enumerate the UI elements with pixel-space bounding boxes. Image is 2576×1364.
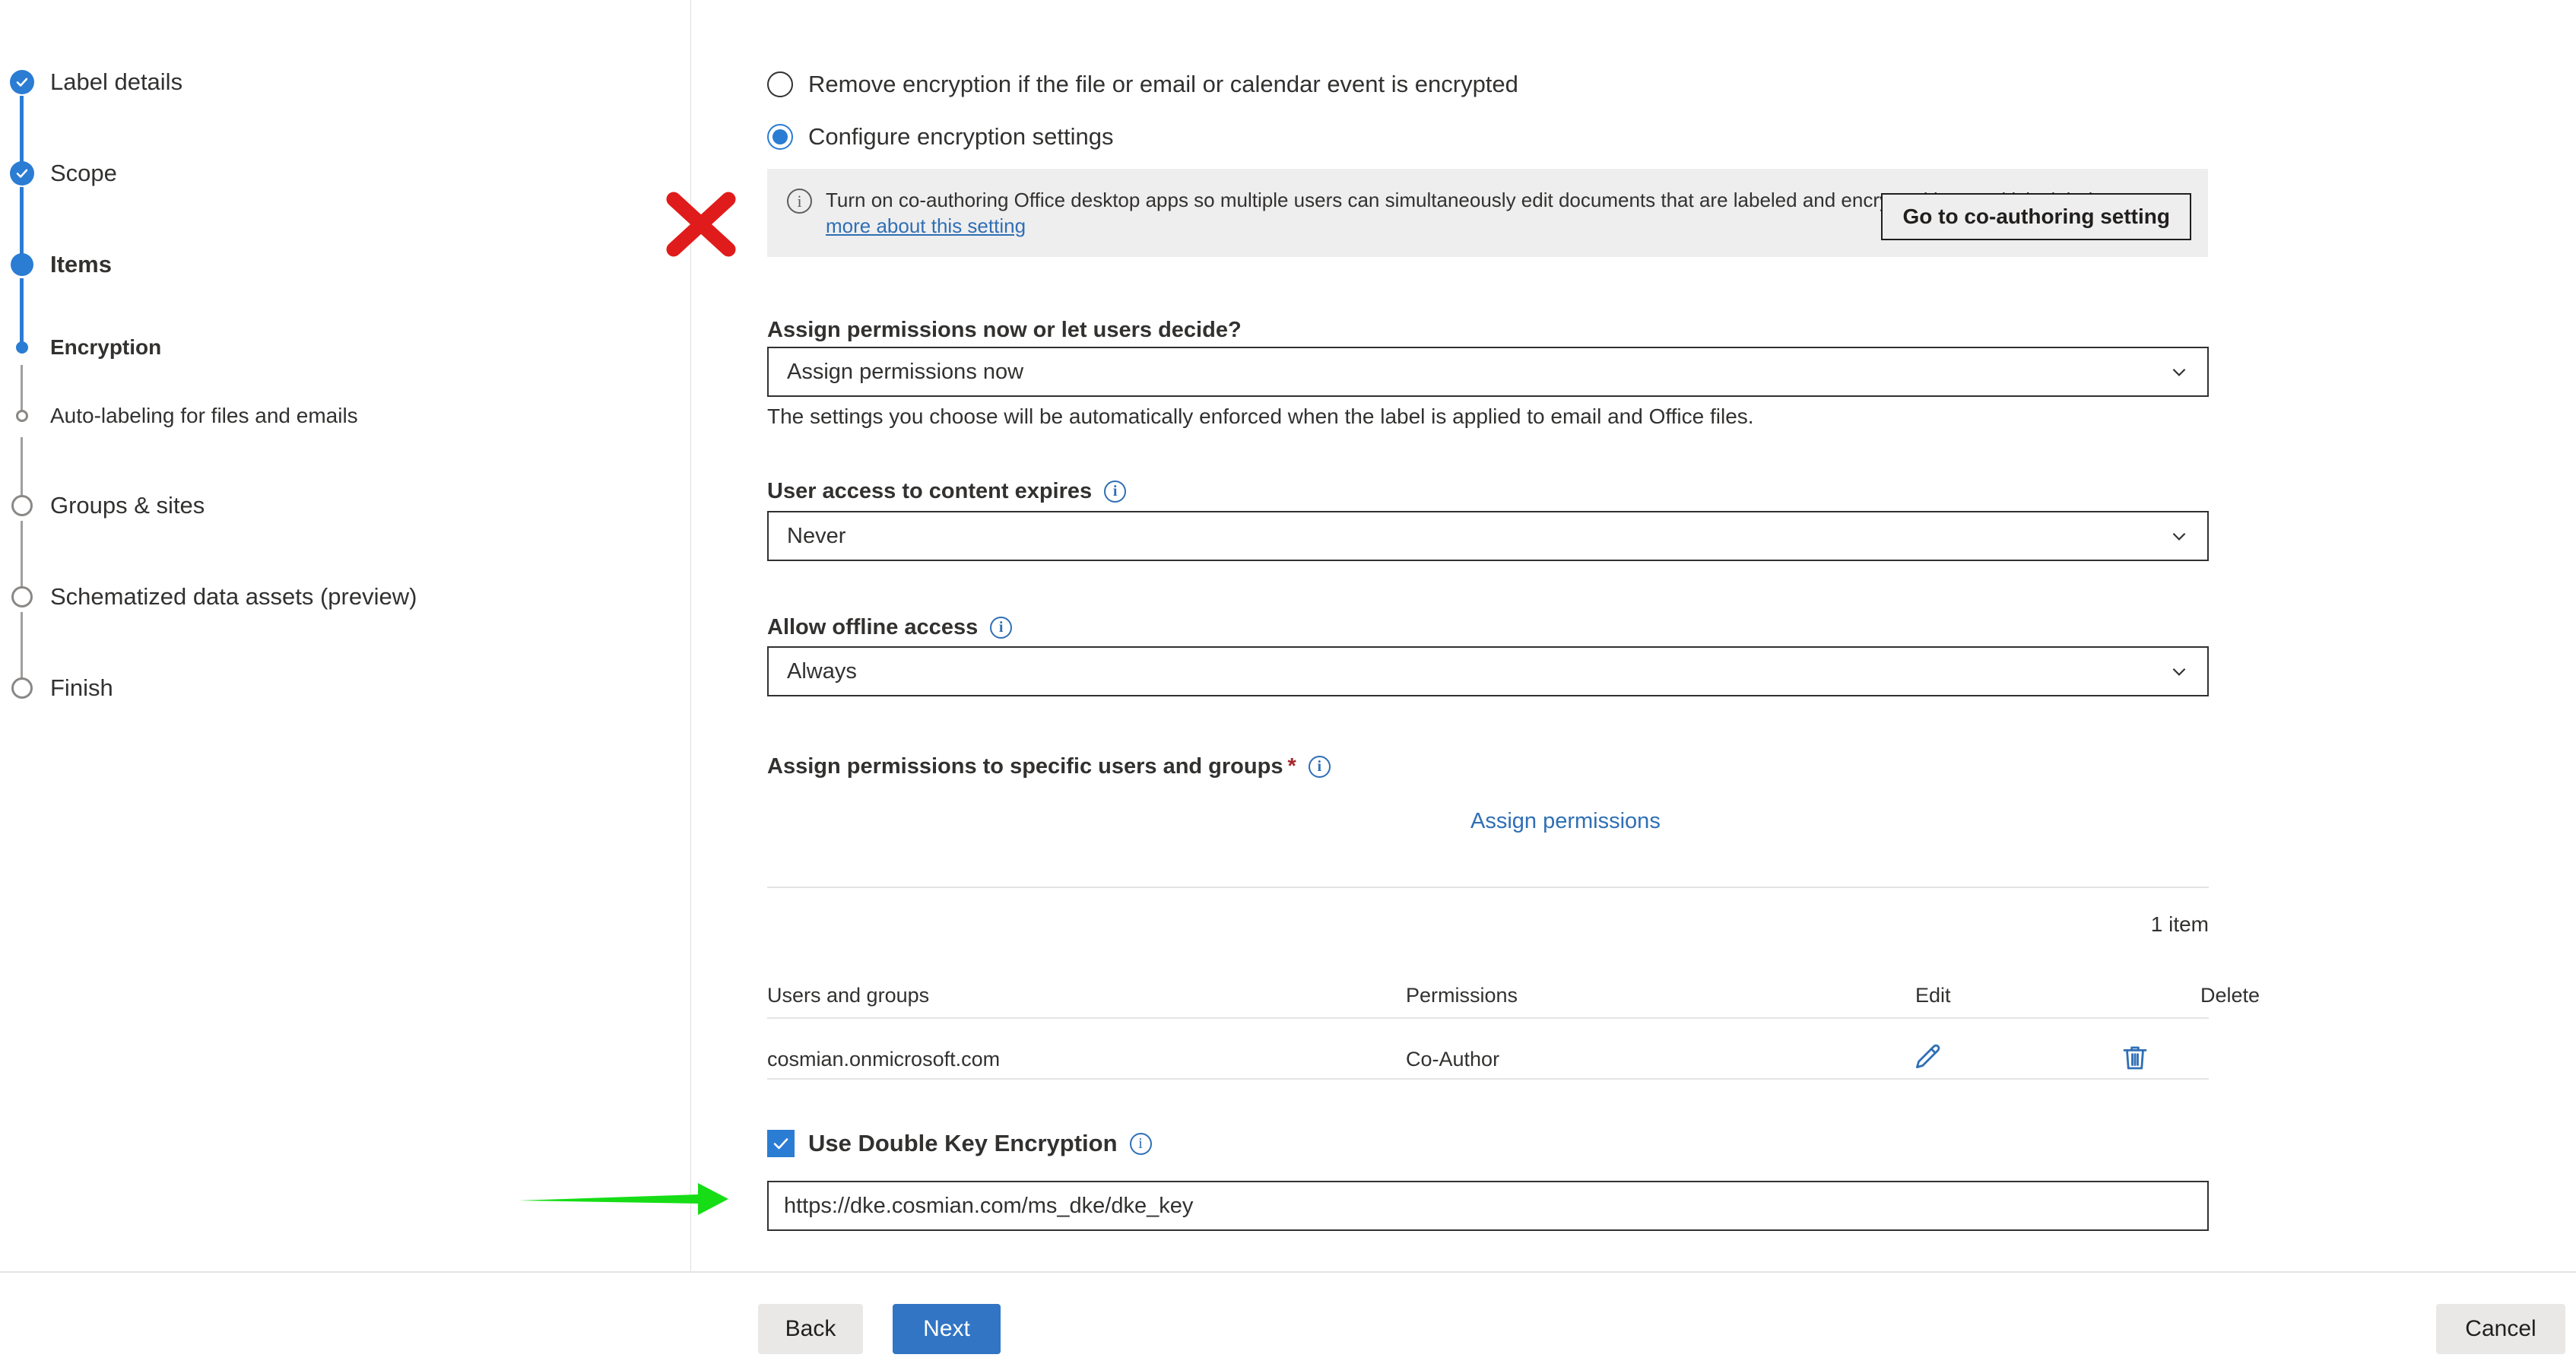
- trash-icon: [2123, 1046, 2147, 1070]
- back-button[interactable]: Back: [758, 1304, 863, 1354]
- todo-step-circle-icon: [11, 677, 33, 699]
- wizard-step-schematized-data-assets[interactable]: Schematized data assets (preview): [0, 582, 691, 612]
- wizard-step-label: Items: [50, 251, 112, 278]
- check-icon: [773, 1138, 788, 1150]
- radio-selected-icon: [767, 124, 793, 150]
- chevron-down-icon: [2172, 532, 2186, 541]
- table-header-permissions: Permissions: [1406, 984, 1518, 1007]
- assign-permissions-mode-label-text: Assign permissions now or let users deci…: [767, 318, 1242, 342]
- check-icon: [10, 70, 34, 94]
- chevron-down-icon: [2172, 668, 2186, 676]
- allow-offline-access-select[interactable]: Always: [767, 646, 2209, 696]
- pencil-icon: [1916, 1044, 1940, 1068]
- assign-permissions-mode-label: Assign permissions now or let users deci…: [767, 318, 1242, 343]
- double-key-encryption-url-value: https://dke.cosmian.com/ms_dke/dke_key: [784, 1193, 1194, 1218]
- wizard-substep-encryption[interactable]: Encryption: [0, 335, 691, 360]
- specific-users-label-text: Assign permissions to specific users and…: [767, 754, 1283, 779]
- wizard-step-finish[interactable]: Finish: [0, 673, 691, 703]
- wizard-step-label: Finish: [50, 674, 113, 701]
- use-double-key-encryption-label: Use Double Key Encryption: [808, 1130, 1118, 1156]
- radio-unselected-icon: [767, 71, 793, 97]
- substep-active-dot-icon: [16, 341, 28, 354]
- wizard-footer: Back Next Cancel: [0, 1273, 2576, 1364]
- wizard-step-icon-wrap: [0, 249, 44, 280]
- wizard-step-icon-wrap: [0, 67, 44, 97]
- wizard-step-icon-wrap: [0, 403, 44, 429]
- wizard-step-items[interactable]: Items: [0, 249, 691, 280]
- edit-row-button[interactable]: [1911, 1042, 1943, 1077]
- wizard-step-icon-wrap: [0, 335, 44, 360]
- info-icon[interactable]: i: [1104, 481, 1127, 503]
- check-icon: [10, 161, 34, 186]
- user-access-expires-value: Never: [787, 523, 846, 548]
- table-cell-user: cosmian.onmicrosoft.com: [767, 1048, 1001, 1071]
- required-asterisk: *: [1287, 754, 1296, 779]
- wizard-step-icon-wrap: [0, 673, 44, 703]
- radio-remove-encryption-label: Remove encryption if the file or email o…: [808, 71, 1518, 97]
- wizard-substep-label: Auto-labeling for files and emails: [50, 404, 358, 427]
- wizard-navigation: Label details Scope Items Encryption Aut…: [0, 0, 691, 1271]
- user-access-expires-select[interactable]: Never: [767, 511, 2209, 561]
- table-header-edit: Edit: [1915, 984, 1951, 1007]
- wizard-step-icon-wrap: [0, 158, 44, 189]
- page-root: Encryption Choose encryption settings fo…: [0, 0, 2576, 1364]
- radio-remove-encryption[interactable]: Remove encryption if the file or email o…: [767, 71, 1518, 98]
- go-to-coauthoring-setting-button[interactable]: Go to co-authoring setting: [1881, 193, 2191, 240]
- wizard-step-scope[interactable]: Scope: [0, 158, 691, 189]
- item-count-label: 1 item: [2150, 912, 2209, 936]
- encryption-settings-panel: Remove encryption if the file or email o…: [691, 0, 2576, 1271]
- todo-step-circle-icon: [11, 586, 33, 607]
- wizard-step-label-details[interactable]: Label details: [0, 67, 691, 97]
- table-cell-permission: Co-Author: [1406, 1048, 1500, 1071]
- user-access-expires-label: User access to content expires i: [767, 479, 1127, 504]
- wizard-step-label: Groups & sites: [50, 492, 205, 519]
- assign-permissions-helper-text: The settings you choose will be automati…: [767, 404, 1754, 428]
- table-header-divider: [767, 1017, 2209, 1019]
- coauthoring-info-banner: i Turn on co-authoring Office desktop ap…: [767, 169, 2208, 257]
- specific-users-label: Assign permissions to specific users and…: [767, 754, 1331, 779]
- info-icon: i: [787, 189, 812, 214]
- double-key-encryption-url-input[interactable]: https://dke.cosmian.com/ms_dke/dke_key: [767, 1181, 2209, 1231]
- allow-offline-access-value: Always: [787, 658, 857, 684]
- wizard-step-icon-wrap: [0, 490, 44, 521]
- info-icon[interactable]: i: [1129, 1132, 1152, 1155]
- info-icon[interactable]: i: [990, 617, 1013, 639]
- allow-offline-access-label: Allow offline access i: [767, 615, 1013, 640]
- next-button[interactable]: Next: [893, 1304, 1001, 1354]
- use-double-key-encryption-checkbox-row[interactable]: Use Double Key Encryption i: [767, 1130, 1152, 1157]
- wizard-step-label: Schematized data assets (preview): [50, 583, 417, 610]
- radio-configure-encryption[interactable]: Configure encryption settings: [767, 123, 1114, 151]
- allow-offline-access-label-text: Allow offline access: [767, 615, 979, 639]
- wizard-step-icon-wrap: [0, 582, 44, 612]
- chevron-down-icon: [2172, 368, 2186, 376]
- assign-permissions-mode-value: Assign permissions now: [787, 359, 1024, 384]
- wizard-step-groups-sites[interactable]: Groups & sites: [0, 490, 691, 521]
- wizard-step-label: Label details: [50, 68, 183, 95]
- wizard-connector: [20, 187, 24, 255]
- substep-todo-dot-icon: [16, 410, 28, 422]
- assign-permissions-mode-select[interactable]: Assign permissions now: [767, 347, 2209, 397]
- table-row-divider: [767, 1078, 2209, 1080]
- cancel-button[interactable]: Cancel: [2436, 1304, 2565, 1354]
- table-header-users-and-groups: Users and groups: [767, 984, 930, 1007]
- todo-step-circle-icon: [11, 495, 33, 516]
- radio-configure-encryption-label: Configure encryption settings: [808, 123, 1114, 150]
- wizard-substep-auto-labeling[interactable]: Auto-labeling for files and emails: [0, 403, 691, 429]
- checkbox-checked-icon: [767, 1130, 795, 1157]
- wizard-substep-label: Encryption: [50, 335, 162, 359]
- wizard-connector: [20, 96, 24, 164]
- wizard-step-label: Scope: [50, 160, 117, 186]
- table-top-divider: [767, 887, 2209, 888]
- assign-permissions-link[interactable]: Assign permissions: [1470, 809, 1661, 834]
- user-access-expires-label-text: User access to content expires: [767, 479, 1093, 503]
- delete-row-button[interactable]: [2119, 1042, 2151, 1077]
- info-icon[interactable]: i: [1308, 756, 1331, 778]
- current-step-dot-icon: [11, 253, 33, 276]
